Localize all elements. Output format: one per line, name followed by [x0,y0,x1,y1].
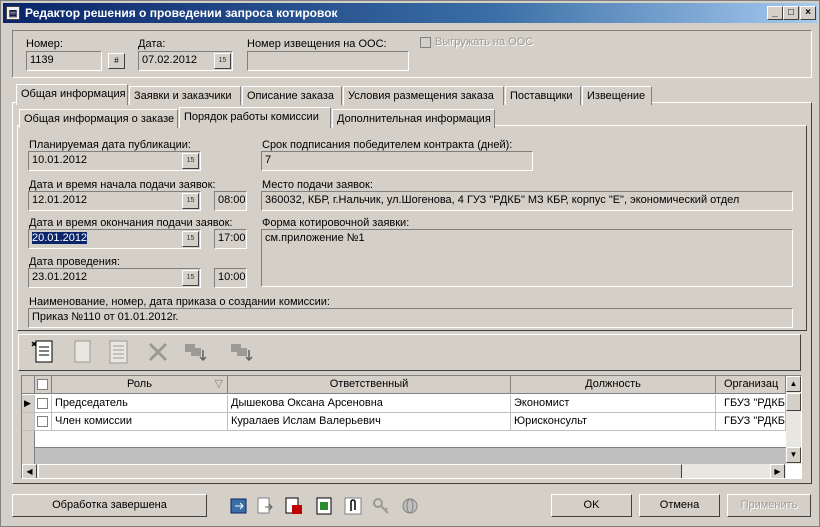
edit-document-icon[interactable] [105,338,133,366]
globe-icon[interactable] [400,496,420,516]
blank-document-icon[interactable] [69,338,97,366]
hold-date-field[interactable]: 23.01.2012 [28,268,201,288]
window-title: Редактор решения о проведении запроса ко… [25,6,338,20]
calendar-icon[interactable]: 15 [182,193,199,209]
minimize-button[interactable]: _ [767,6,783,20]
tab-requests[interactable]: Заявки и заказчики [129,86,241,105]
row-indicator: ▶ [22,395,35,413]
col-position[interactable]: Должность [511,376,716,394]
vertical-scrollbar[interactable]: ▲ ▼ [786,376,801,464]
scroll-thumb[interactable] [786,393,801,411]
tab-placement-conditions[interactable]: Условия размещения заказа [343,86,504,105]
processing-done-button[interactable]: Обработка завершена [12,494,207,517]
end-label: Дата и время окончания подачи заявок: [29,217,233,229]
date-label: Дата: [138,38,166,50]
cell-organization[interactable]: ГБУЗ "РДКБ [716,413,786,431]
scroll-up-button[interactable]: ▲ [786,376,801,392]
calendar-icon[interactable]: 15 [182,231,199,247]
pub-date-label: Планируемая дата публикации: [29,139,191,151]
number-field[interactable]: 1139 [26,51,102,71]
grid-footer [35,447,786,464]
tab-suppliers[interactable]: Поставщики [505,86,581,105]
number-label: Номер: [26,38,63,50]
maximize-button[interactable]: □ [783,6,799,20]
col-organization[interactable]: Организац [716,376,786,394]
notice-label: Номер извещения на ООС: [247,38,387,50]
forward-document-icon[interactable] [255,496,275,516]
select-all-header[interactable] [35,376,52,394]
calendar-icon[interactable]: 15 [182,270,199,286]
hold-label: Дата проведения: [29,256,120,268]
apply-button[interactable]: Применить [727,494,811,517]
horizontal-scrollbar[interactable]: ◀ ▶ [22,464,786,478]
place-field[interactable]: 360032, КБР, г.Нальчик, ул.Шогенова, 4 Г… [261,191,793,211]
export-icon[interactable] [229,496,249,516]
cell-position[interactable]: Юрисконсульт [511,413,716,431]
pub-date-field[interactable]: 10.01.2012 [28,151,201,171]
form-field[interactable]: см.приложение №1 [261,229,793,287]
tab-order-description[interactable]: Описание заказа [242,86,342,105]
upload-checkbox[interactable] [420,37,431,48]
commission-grid: Роль ▽ Ответственный Должность Организац … [21,375,802,479]
h-scroll-thumb[interactable] [38,464,682,478]
term-label: Срок подписания победителем контракта (д… [262,139,513,151]
excel-export-icon[interactable] [314,496,334,516]
cell-organization[interactable]: ГБУЗ "РДКБ [716,395,786,413]
subtab-additional[interactable]: Дополнительная информация [332,109,495,128]
order-label: Наименование, номер, дата приказа о созд… [29,296,330,308]
cell-person[interactable]: Дышекова Оксана Арсеновна [228,395,511,413]
header-frame [12,30,812,78]
cell-role[interactable]: Член комиссии [52,413,228,431]
start-time-field[interactable]: 08:00 [214,191,247,211]
scroll-left-button[interactable]: ◀ [22,464,37,478]
start-date-field[interactable]: 12.01.2012 [28,191,201,211]
row-checkbox[interactable] [35,413,52,431]
attachment-icon[interactable] [343,496,363,516]
calendar-icon[interactable]: 15 [214,53,231,69]
cell-person[interactable]: Куралаев Ислам Валерьевич [228,413,511,431]
editor-window: ▤ Редактор решения о проведении запроса … [0,0,820,527]
notice-field[interactable] [247,51,409,71]
scroll-right-button[interactable]: ▶ [770,464,785,478]
calendar-icon[interactable]: 15 [182,153,199,169]
print-pdf-icon[interactable] [284,496,304,516]
end-date-field[interactable]: 20.01.2012 [28,229,201,249]
new-document-icon[interactable] [29,338,57,366]
delete-icon[interactable] [144,338,172,366]
order-field[interactable]: Приказ №110 от 01.01.2012г. [28,308,793,328]
move-down-icon[interactable] [181,338,209,366]
app-icon: ▤ [6,6,20,20]
close-button[interactable]: × [800,6,816,20]
subtab-commission[interactable]: Порядок работы комиссии [179,107,331,128]
tab-general[interactable]: Общая информация [16,84,128,105]
col-role[interactable]: Роль ▽ [52,376,228,394]
row-checkbox[interactable] [35,395,52,413]
upload-label: Выгружать на ООС [435,36,534,48]
key-icon[interactable] [371,496,391,516]
hash-button[interactable]: # [108,53,125,69]
place-label: Место подачи заявок: [262,179,373,191]
ok-button[interactable]: OK [551,494,632,517]
end-time-field[interactable]: 17:00 [214,229,247,249]
grid-toolbar [18,334,801,371]
move-down-alt-icon[interactable] [227,338,255,366]
row-indicator-header [22,376,35,394]
cell-position[interactable]: Экономист [511,395,716,413]
tab-notice[interactable]: Извещение [582,86,652,105]
row-indicator-filler [22,431,35,465]
hold-time-field[interactable]: 10:00 [214,268,247,288]
title-bar: ▤ Редактор решения о проведении запроса … [3,3,817,23]
start-label: Дата и время начала подачи заявок: [29,179,216,191]
col-person[interactable]: Ответственный [228,376,511,394]
cancel-button[interactable]: Отмена [639,494,720,517]
row-indicator [22,413,35,431]
cell-role[interactable]: Председатель [52,395,228,413]
term-field[interactable]: 7 [261,151,533,171]
form-label: Форма котировочной заявки: [262,217,410,229]
subtab-order-info[interactable]: Общая информация о заказе [19,109,178,128]
scroll-down-button[interactable]: ▼ [786,447,801,463]
